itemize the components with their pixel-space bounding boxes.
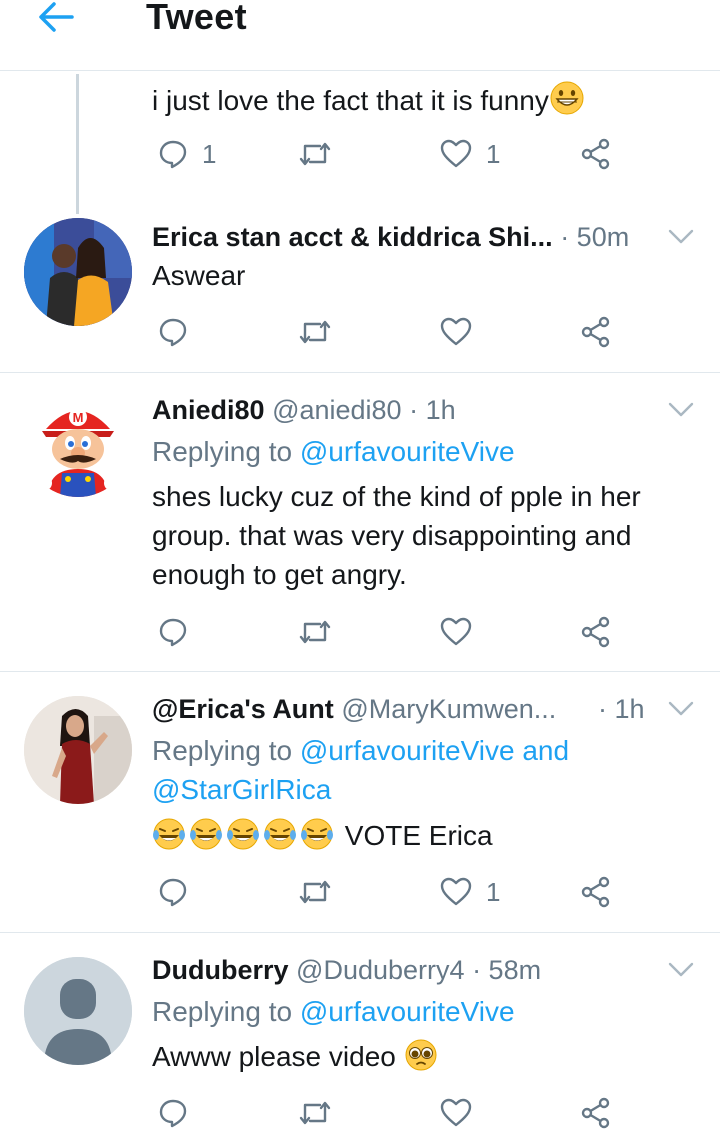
replying-to: Replying to @urfavouriteVive	[152, 436, 515, 467]
tweet-text: shes lucky cuz of the kind of pple in he…	[152, 481, 641, 590]
reply-button[interactable]	[158, 612, 188, 652]
retweet-icon	[299, 620, 331, 644]
grinning-emoji-icon	[549, 80, 585, 126]
retweet-button[interactable]	[298, 1093, 332, 1133]
like-button[interactable]	[440, 612, 472, 652]
tweet-time: · 1h	[409, 395, 456, 425]
back-arrow-icon[interactable]	[36, 0, 76, 36]
tweet-time: · 50m	[560, 222, 630, 252]
share-button[interactable]	[580, 1093, 612, 1133]
like-button[interactable]	[440, 1093, 472, 1133]
reply-count: 1	[202, 138, 217, 169]
avatar[interactable]: M	[24, 389, 132, 497]
tweet-actions: 1	[0, 872, 720, 912]
heart-icon	[440, 317, 472, 346]
reply-icon	[159, 618, 187, 647]
tweet-actions	[0, 1093, 720, 1133]
like-button[interactable]: 1	[440, 872, 500, 912]
share-icon	[581, 316, 610, 348]
reply-icon	[159, 318, 187, 347]
tweet-partial[interactable]: i just love the fact that it is funny 1 …	[0, 78, 720, 198]
share-button[interactable]	[580, 612, 612, 652]
pleading-face-emoji-icon	[404, 1038, 438, 1082]
display-name[interactable]: Erica stan acct & kiddrica Shi...	[152, 222, 553, 252]
display-name[interactable]: Aniedi80	[152, 395, 265, 425]
svg-text:M: M	[73, 410, 84, 425]
like-button[interactable]: 1	[440, 134, 500, 174]
tweet[interactable]: M Aniedi80 @aniedi80 · 1h Replying to @u…	[0, 373, 720, 671]
laughing-emoji-group	[152, 818, 345, 851]
tweet[interactable]: Erica stan acct & kiddrica Shi... · 50m …	[0, 210, 720, 372]
retweet-button[interactable]	[298, 312, 332, 352]
tweet-actions	[0, 612, 720, 652]
retweet-button[interactable]	[298, 612, 332, 652]
retweet-icon	[299, 880, 331, 904]
share-button[interactable]	[580, 134, 612, 174]
heart-icon	[440, 1098, 472, 1127]
handle[interactable]: @aniedi80	[272, 395, 402, 425]
heart-icon	[440, 139, 472, 168]
laughing-tears-emoji-icon	[153, 818, 334, 850]
tweet[interactable]: @Erica's Aunt @MaryKumwen... · 1h Replyi…	[0, 672, 720, 932]
tweet-time: · 58m	[472, 955, 542, 985]
retweet-button[interactable]	[298, 134, 332, 174]
tweet-text: Awww please video	[152, 1037, 692, 1082]
tweet-actions: 1 1	[0, 134, 720, 174]
tweet-header: Duduberry @Duduberry4 · 58m	[152, 955, 541, 986]
reply-button[interactable]: 1	[158, 134, 216, 174]
tweet-text: Aswear	[152, 260, 246, 291]
tweet-text: VOTE Erica	[152, 816, 692, 855]
chevron-down-icon[interactable]	[668, 700, 694, 718]
tweet[interactable]: Duduberry @Duduberry4 · 58m Replying to …	[0, 933, 720, 1129]
replying-to: Replying to @urfavouriteVive and @StarGi…	[152, 735, 570, 805]
top-bar: Tweet	[0, 0, 720, 71]
retweet-icon	[299, 142, 331, 166]
reply-icon	[159, 878, 187, 907]
share-icon	[581, 138, 610, 170]
reply-icon	[159, 1099, 187, 1128]
like-button[interactable]	[440, 312, 472, 352]
page-title: Tweet	[146, 0, 247, 37]
default-avatar-icon[interactable]	[24, 957, 132, 1065]
reply-button[interactable]	[158, 312, 188, 352]
share-icon	[581, 876, 610, 908]
mention-link[interactable]: @urfavouriteVive	[300, 996, 515, 1027]
tweet-text: i just love the fact that it is funny	[152, 80, 692, 126]
display-name[interactable]: @Erica's Aunt	[152, 694, 334, 724]
retweet-icon	[299, 320, 331, 344]
retweet-button[interactable]	[298, 872, 332, 912]
tweet-time: · 1h	[598, 694, 645, 724]
chevron-down-icon[interactable]	[668, 228, 694, 246]
heart-icon	[440, 617, 472, 646]
share-button[interactable]	[580, 312, 612, 352]
tweet-header: @Erica's Aunt @MaryKumwen...	[152, 694, 556, 725]
retweet-icon	[299, 1101, 331, 1125]
reply-button[interactable]	[158, 1093, 188, 1133]
share-button[interactable]	[580, 872, 612, 912]
chevron-down-icon[interactable]	[668, 961, 694, 979]
replying-to: Replying to @urfavouriteVive	[152, 996, 515, 1027]
display-name[interactable]: Duduberry	[152, 955, 289, 985]
handle[interactable]: @MaryKumwen...	[341, 694, 556, 724]
handle[interactable]: @Duduberry4	[296, 955, 465, 985]
reply-icon	[159, 140, 187, 169]
share-icon	[581, 616, 610, 648]
share-icon	[581, 1097, 610, 1129]
chevron-down-icon[interactable]	[668, 401, 694, 419]
tweet-header: Erica stan acct & kiddrica Shi... · 50m	[152, 222, 629, 253]
like-count: 1	[486, 138, 501, 169]
avatar[interactable]	[24, 696, 132, 804]
tweet-header: Aniedi80 @aniedi80 · 1h	[152, 395, 456, 426]
like-count: 1	[486, 876, 501, 907]
heart-icon	[440, 877, 472, 906]
avatar[interactable]	[24, 218, 132, 326]
tweet-actions	[0, 312, 720, 352]
mention-link[interactable]: @urfavouriteVive	[300, 436, 515, 467]
reply-button[interactable]	[158, 872, 188, 912]
